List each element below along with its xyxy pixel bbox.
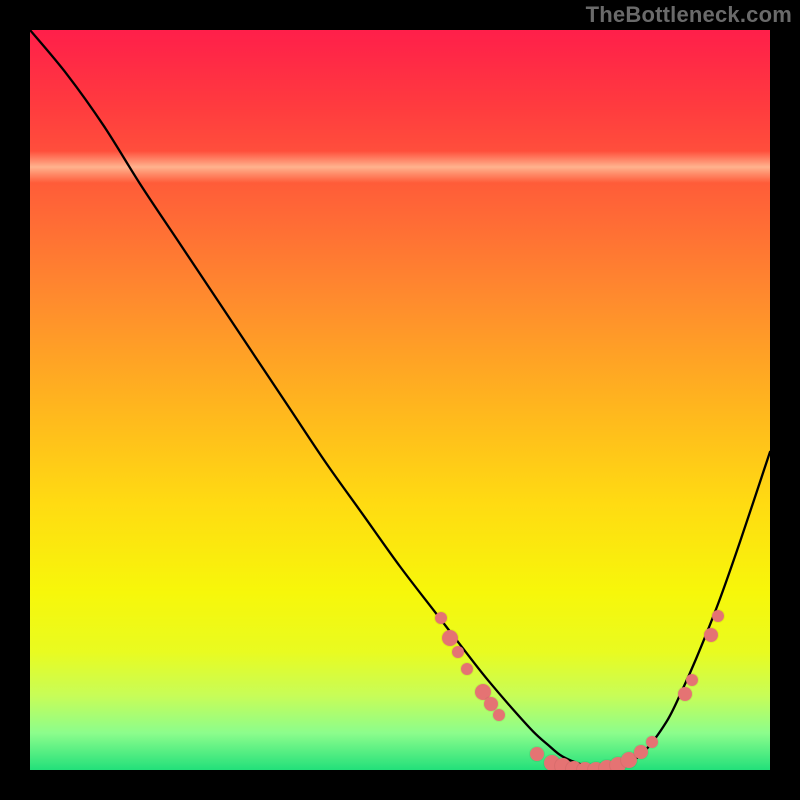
- curve-svg: [30, 30, 770, 770]
- data-dot: [442, 630, 458, 646]
- data-dot: [461, 663, 473, 675]
- data-dot: [712, 610, 724, 622]
- chart-root: TheBottleneck.com: [0, 0, 800, 800]
- data-dot: [530, 747, 544, 761]
- data-dot: [452, 646, 464, 658]
- data-dot: [435, 612, 447, 624]
- watermark-text: TheBottleneck.com: [586, 2, 792, 28]
- data-dot: [704, 628, 718, 642]
- data-dot: [646, 736, 658, 748]
- data-dot: [678, 687, 692, 701]
- bottleneck-curve: [30, 30, 770, 769]
- data-dot: [686, 674, 698, 686]
- plot-area: [30, 30, 770, 770]
- data-dot: [493, 709, 505, 721]
- data-dot: [634, 745, 648, 759]
